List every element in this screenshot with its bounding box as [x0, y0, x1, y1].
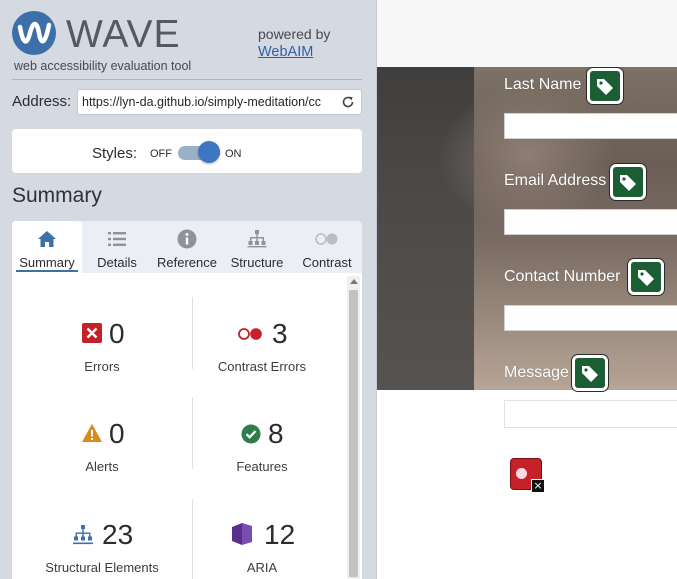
panel-scrollbar[interactable]	[347, 276, 360, 579]
address-label: Address:	[12, 93, 72, 110]
email-address-input[interactable]	[504, 209, 677, 235]
styles-label: Styles:	[92, 145, 138, 162]
tab-bar: Summary Details Reference Structure Cont…	[12, 221, 362, 273]
structure-icon	[73, 525, 93, 545]
aria-count: 12	[264, 519, 296, 550]
list-icon	[108, 232, 126, 246]
errors-label: Errors	[84, 359, 120, 374]
aria-cube-icon	[232, 523, 252, 545]
tab-contrast[interactable]: Contrast	[292, 221, 362, 273]
info-icon	[177, 229, 197, 249]
summary-panel: 0 Errors 3 Contrast Errors 0 Alerts 8 Fe…	[12, 273, 362, 579]
contrast-errors-count: 3	[272, 318, 288, 349]
address-input[interactable]: https://lyn-da.github.io/simply-meditati…	[82, 95, 334, 109]
hero-blur-area	[437, 87, 617, 227]
wave-sidebar: WAVE web accessibility evaluation tool p…	[0, 0, 377, 579]
message-label: Message	[504, 364, 569, 381]
last-name-label: Last Name	[504, 76, 582, 93]
contrast-error-icon[interactable]: ×	[510, 458, 545, 493]
wave-tagline: web accessibility evaluation tool	[14, 59, 192, 73]
errors-count: 0	[109, 318, 125, 349]
tab-label: Summary	[16, 255, 78, 272]
contact-number-label: Contact Number	[504, 268, 621, 285]
alerts-count: 0	[109, 418, 125, 449]
hierarchy-icon	[247, 230, 267, 248]
contrast-icon	[315, 233, 338, 245]
tab-summary[interactable]: Summary	[12, 221, 82, 273]
alerts-label: Alerts	[85, 459, 119, 474]
styles-toggle-panel: Styles: OFF ON	[12, 129, 362, 173]
wave-feature-tag-icon[interactable]	[587, 68, 623, 104]
last-name-input[interactable]	[504, 113, 677, 139]
wave-logo-text: WAVE	[66, 13, 181, 56]
styles-toggle-knob[interactable]	[198, 141, 220, 163]
structural-label: Structural Elements	[45, 560, 159, 575]
scroll-thumb[interactable]	[349, 290, 358, 577]
close-icon: ×	[531, 479, 545, 493]
summary-heading: Summary	[12, 184, 102, 207]
tab-label: Reference	[157, 255, 217, 270]
home-icon	[38, 231, 56, 247]
tab-label: Contrast	[302, 255, 352, 270]
address-field[interactable]: https://lyn-da.github.io/simply-meditati…	[77, 89, 362, 115]
message-input[interactable]	[504, 400, 677, 428]
tab-label: Structure	[230, 255, 284, 270]
styles-on-label: ON	[225, 148, 242, 160]
scroll-up-arrow-icon[interactable]	[350, 279, 358, 284]
structural-count: 23	[102, 519, 134, 550]
email-address-label: Email Address	[504, 172, 607, 189]
aria-label: ARIA	[246, 560, 278, 575]
styles-off-label: OFF	[150, 148, 172, 160]
wave-feature-tag-icon[interactable]	[628, 259, 664, 295]
features-count: 8	[268, 418, 284, 449]
warning-triangle-icon	[82, 424, 102, 442]
header-divider	[12, 79, 362, 80]
contrast-error-dot	[516, 468, 527, 479]
tab-structure[interactable]: Structure	[222, 221, 292, 273]
contact-number-input[interactable]	[504, 305, 677, 331]
reload-icon[interactable]	[341, 95, 355, 109]
page-preview: Last Name Email Address Contact Number M…	[377, 0, 677, 579]
page-top-bar	[377, 0, 677, 67]
error-x-icon	[82, 323, 102, 343]
wave-logo-icon	[12, 11, 56, 55]
wave-feature-tag-icon[interactable]	[572, 355, 608, 391]
tab-details[interactable]: Details	[82, 221, 152, 273]
features-label: Features	[236, 459, 288, 474]
tab-label: Details	[97, 255, 137, 270]
webaim-link[interactable]: WebAIM	[258, 44, 313, 60]
tab-reference[interactable]: Reference	[152, 221, 222, 273]
wave-feature-tag-icon[interactable]	[610, 164, 646, 200]
check-circle-icon	[241, 424, 261, 444]
powered-by-text: powered by	[258, 26, 331, 42]
contrast-dots-icon	[238, 328, 262, 340]
contrast-errors-label: Contrast Errors	[217, 359, 307, 374]
